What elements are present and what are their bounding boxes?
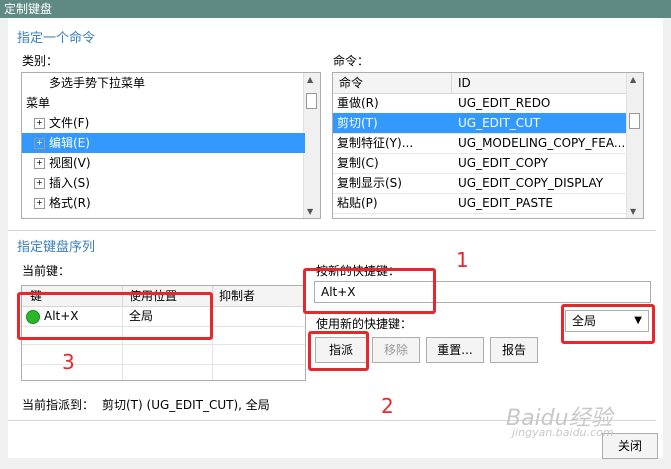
command-name: 剪切(T)	[337, 116, 378, 130]
scroll-up-arrow[interactable]: ▲	[630, 75, 636, 84]
command-table[interactable]: 命令 ID 重做(R) UG_EDIT_REDO 剪切(T) UG_EDIT_CUT 复…	[332, 72, 644, 219]
category-item[interactable]: + 视图(V)	[22, 153, 305, 173]
command-table-header: 命令 ID	[333, 73, 629, 94]
remove-button[interactable]: 移除	[372, 337, 420, 363]
command-id: UG_EDIT_CUT	[458, 116, 541, 130]
command-row[interactable]: 剪切(T) UG_EDIT_CUT	[333, 113, 629, 134]
annotation-box-2a	[308, 331, 369, 371]
current-keys-label: 当前键：	[22, 264, 71, 278]
category-item[interactable]: 菜单	[22, 93, 305, 113]
annotation-box-1	[303, 268, 436, 314]
command-id: UG_EDIT_COPY	[458, 156, 548, 170]
annotation-number-1: 1	[456, 248, 469, 272]
expand-icon[interactable]: +	[34, 118, 45, 129]
annotation-number-2: 2	[381, 394, 394, 418]
command-scroll-thumb[interactable]	[629, 113, 640, 129]
command-row[interactable]: 粘贴(P) UG_EDIT_PASTE	[333, 193, 629, 214]
section-title-command: 指定一个命令	[17, 31, 96, 46]
command-id: UG_EDIT_PASTE	[458, 196, 553, 210]
command-id: UG_EDIT_REDO	[458, 96, 551, 110]
expand-icon[interactable]: +	[34, 138, 45, 149]
category-scrollbar[interactable]: ▲ ▼	[303, 73, 320, 218]
reset-button[interactable]: 重置...	[426, 337, 484, 363]
category-tree[interactable]: ▲ ▼ 多选手势下拉菜单菜单 + 文件(F) + 编辑(E) + 视图(V) + 插入(S) + 格…	[21, 72, 321, 219]
category-item[interactable]: + 编辑(E)	[22, 133, 305, 153]
category-scroll-thumb[interactable]	[306, 93, 317, 109]
command-name: 复制显示(S)	[337, 176, 402, 190]
category-item-label: 格式(R)	[49, 196, 91, 210]
category-item-label: 文件(F)	[49, 116, 90, 130]
command-name: 重做(R)	[337, 96, 379, 110]
annotation-box-3	[17, 292, 213, 340]
use-new-shortcut-label: 使用新的快捷键：	[316, 317, 413, 331]
command-id: UG_EDIT_COPY_DISPLAY	[458, 176, 604, 190]
current-assignment-label: 当前指派到：	[22, 398, 95, 412]
command-name: 复制(C)	[337, 156, 379, 170]
category-item[interactable]: + 插入(S)	[22, 173, 305, 193]
command-name: 复制特征(Y)...	[337, 136, 414, 150]
category-item-label: 插入(S)	[49, 176, 90, 190]
command-row[interactable]: 重做(R) UG_EDIT_REDO	[333, 93, 629, 114]
command-row[interactable]: 复制显示(S) UG_EDIT_COPY_DISPLAY	[333, 173, 629, 194]
command-row[interactable]: 复制(C) UG_EDIT_COPY	[333, 153, 629, 174]
column-header-suppressor[interactable]: 抑制者	[219, 286, 255, 306]
annotation-box-2b	[561, 304, 655, 344]
category-item-label: 菜单	[26, 96, 51, 110]
command-scrollbar[interactable]: ▲ ▼	[626, 73, 643, 218]
category-item-label: 编辑(E)	[49, 136, 90, 150]
expand-icon[interactable]: +	[34, 178, 45, 189]
command-row[interactable]: 复制特征(Y)... UG_MODELING_COPY_FEA...	[333, 133, 629, 154]
command-name: 粘贴(P)	[337, 196, 378, 210]
scroll-down-arrow[interactable]: ▼	[630, 207, 636, 216]
category-item-label: 视图(V)	[49, 156, 91, 170]
category-item[interactable]: + 格式(R)	[22, 193, 305, 213]
window-title: 定制键盘	[0, 0, 671, 18]
current-assignment-value: 剪切(T) (UG_EDIT_CUT), 全局	[102, 398, 270, 412]
scroll-up-arrow[interactable]: ▲	[307, 75, 313, 84]
column-header-command[interactable]: 命令	[339, 73, 363, 93]
column-header-id[interactable]: ID	[458, 73, 471, 93]
section-divider	[8, 230, 656, 231]
command-id: UG_MODELING_COPY_FEA...	[458, 136, 626, 150]
category-item-label: 多选手势下拉菜单	[49, 76, 146, 90]
expand-icon[interactable]: +	[34, 158, 45, 169]
report-button[interactable]: 报告	[490, 337, 538, 363]
command-label: 命令：	[333, 54, 370, 68]
scroll-down-arrow[interactable]: ▼	[307, 207, 313, 216]
annotation-number-3: 3	[62, 350, 75, 374]
category-item[interactable]: + 文件(F)	[22, 113, 305, 133]
expand-icon[interactable]: +	[34, 198, 45, 209]
watermark-url: jingyan.baidu.com	[512, 426, 614, 439]
category-label: 类别：	[22, 54, 59, 68]
category-item[interactable]: 多选手势下拉菜单	[22, 73, 305, 93]
section-title-key-sequence: 指定键盘序列	[17, 240, 96, 255]
